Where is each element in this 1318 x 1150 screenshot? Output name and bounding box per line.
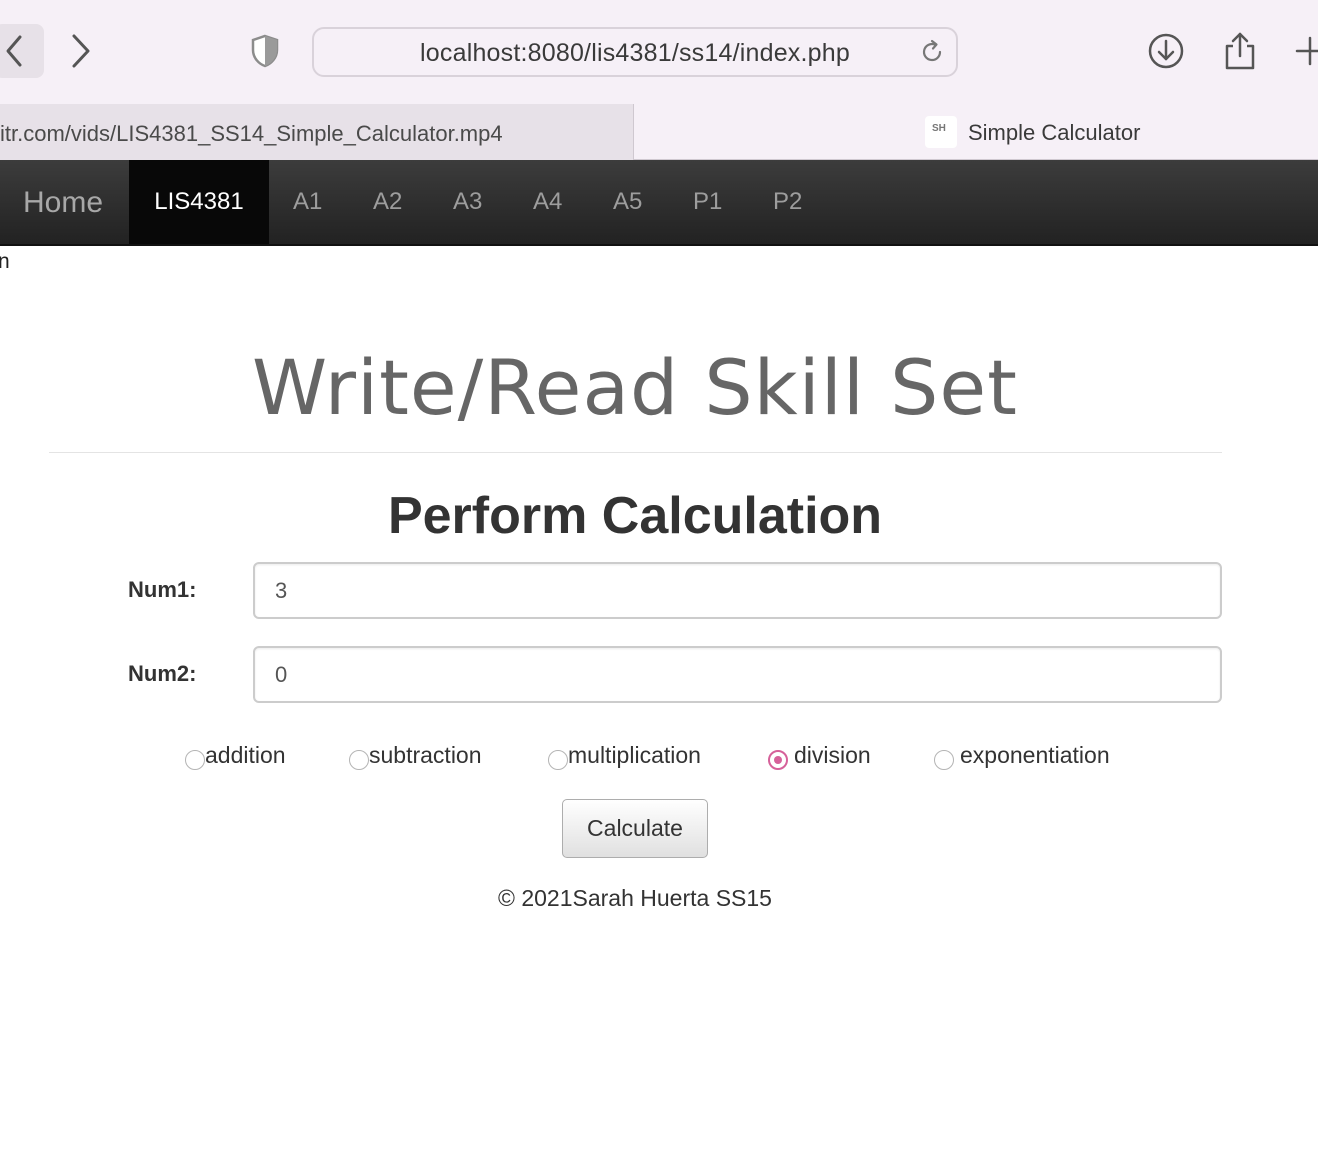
download-icon[interactable] bbox=[1146, 30, 1186, 72]
favicon-text: SH bbox=[932, 123, 946, 134]
forward-button[interactable] bbox=[62, 28, 102, 74]
radio-button[interactable] bbox=[548, 750, 568, 770]
reload-icon[interactable] bbox=[918, 38, 946, 66]
nav-brand-home[interactable]: Home bbox=[23, 160, 103, 244]
url-text[interactable]: localhost:8080/lis4381/ss14/index.php bbox=[314, 39, 956, 68]
radio-button[interactable] bbox=[934, 750, 954, 770]
radio-button[interactable] bbox=[185, 750, 205, 770]
nav-item-a2[interactable]: A2 bbox=[373, 160, 402, 244]
browser-toolbar: localhost:8080/lis4381/ss14/index.php bbox=[0, 0, 1318, 104]
back-button[interactable] bbox=[0, 24, 44, 78]
favicon-icon: SH bbox=[925, 116, 957, 148]
shield-icon[interactable] bbox=[250, 34, 280, 68]
back-icon bbox=[6, 35, 22, 67]
operation-radio-group: addition subtraction multiplication divi… bbox=[0, 738, 1318, 778]
calculate-button[interactable]: Calculate bbox=[562, 799, 708, 858]
nav-item-a3[interactable]: A3 bbox=[453, 160, 482, 244]
radio-label: exponentiation bbox=[960, 742, 1110, 768]
num2-label: Num2: bbox=[128, 661, 197, 686]
radio-button-selected[interactable] bbox=[768, 750, 788, 770]
nav-item-a4[interactable]: A4 bbox=[533, 160, 562, 244]
num1-input[interactable] bbox=[253, 562, 1222, 619]
radio-label: subtraction bbox=[369, 742, 482, 768]
num2-input[interactable] bbox=[253, 646, 1222, 703]
nav-item-lis4381[interactable]: LIS4381 bbox=[129, 160, 269, 244]
tab-title: itr.com/vids/LIS4381_SS14_Simple_Calcula… bbox=[0, 121, 503, 146]
nav-item-p2[interactable]: P2 bbox=[773, 160, 802, 244]
num1-label: Num1: bbox=[128, 577, 197, 602]
radio-label: multiplication bbox=[568, 742, 701, 768]
footer-copyright: © 2021Sarah Huerta SS15 bbox=[498, 885, 772, 911]
browser-window: localhost:8080/lis4381/ss14/index.php it… bbox=[0, 0, 1318, 1150]
site-navbar: Home LIS4381 A1 A2 A3 A4 A5 P1 P2 bbox=[0, 160, 1318, 246]
divider bbox=[49, 452, 1222, 453]
share-icon[interactable] bbox=[1220, 30, 1260, 72]
address-bar[interactable]: localhost:8080/lis4381/ss14/index.php bbox=[312, 27, 958, 77]
new-tab-icon[interactable] bbox=[1294, 30, 1318, 72]
form-heading: Perform Calculation bbox=[387, 487, 883, 545]
radio-label: division bbox=[794, 742, 871, 768]
nav-item-p1[interactable]: P1 bbox=[693, 160, 722, 244]
nav-item-a5[interactable]: A5 bbox=[613, 160, 642, 244]
forward-icon bbox=[72, 34, 90, 68]
nav-item-a1[interactable]: A1 bbox=[293, 160, 322, 244]
radio-button[interactable] bbox=[349, 750, 369, 770]
stray-text: n bbox=[0, 250, 10, 273]
tab-video[interactable]: itr.com/vids/LIS4381_SS14_Simple_Calcula… bbox=[0, 104, 634, 160]
page-title: Write/Read Skill Set bbox=[252, 343, 1018, 432]
radio-label: addition bbox=[205, 742, 286, 768]
tab-simple-calculator[interactable]: Simple Calculator bbox=[968, 120, 1140, 146]
